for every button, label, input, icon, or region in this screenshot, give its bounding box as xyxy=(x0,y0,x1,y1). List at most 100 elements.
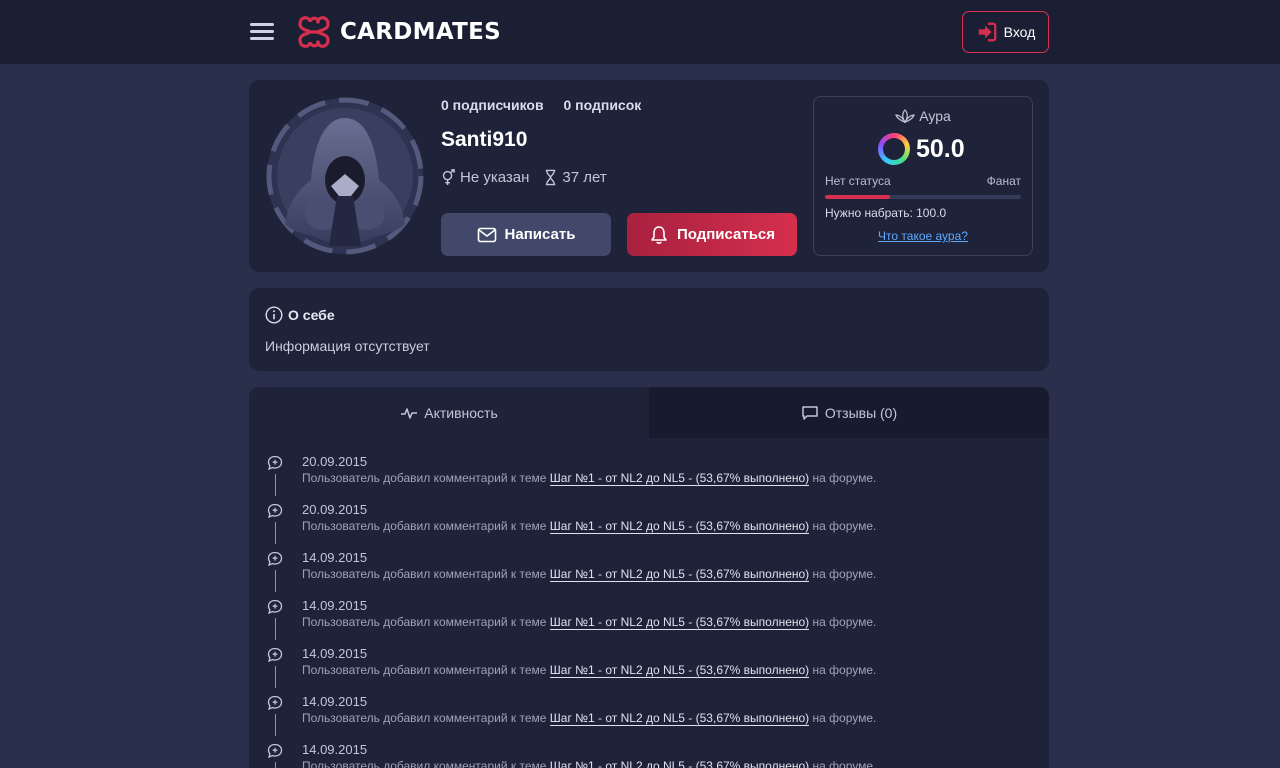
comment-add-icon xyxy=(267,455,283,471)
gender-value: Не указан xyxy=(460,169,530,186)
aura-progress-bar xyxy=(825,195,1021,199)
comment-add-icon xyxy=(267,647,283,663)
followers-count[interactable]: 0 подписчиков xyxy=(441,97,544,113)
activity-date: 14.09.2015 xyxy=(302,646,368,661)
subscribe-label: Подписаться xyxy=(676,226,776,243)
activity-pulse-icon xyxy=(401,407,418,419)
activity-date: 20.09.2015 xyxy=(302,454,368,469)
activity-item: 14.09.2015 Пользователь добавил комментар… xyxy=(249,644,1049,692)
activity-topic-link[interactable]: Шаг №1 - от NL2 до NL5 - (53,67% выполне… xyxy=(549,519,810,534)
activity-suffix: на форуме. xyxy=(812,615,877,629)
cardmates-logo-icon xyxy=(298,16,330,48)
activity-item: 14.09.2015 Пользователь добавил комментар… xyxy=(249,596,1049,644)
follow-stats: 0 подписчиков 0 подписок xyxy=(441,97,657,113)
activity-suffix: на форуме. xyxy=(812,711,877,725)
activity-date: 14.09.2015 xyxy=(302,742,368,757)
activity-date: 14.09.2015 xyxy=(302,550,368,565)
logo[interactable]: CARDMATES xyxy=(292,10,501,54)
following-count[interactable]: 0 подписок xyxy=(563,97,641,113)
about-card: О себе Информация отсутствует xyxy=(249,288,1049,371)
tab-activity-label: Активность xyxy=(424,404,498,421)
avatar xyxy=(266,97,424,255)
timeline-line xyxy=(275,474,276,496)
activity-text: Пользователь добавил комментарий к теме … xyxy=(302,567,877,582)
activity-suffix: на форуме. xyxy=(812,759,877,768)
bell-icon xyxy=(651,225,667,244)
activity-prefix: Пользователь добавил комментарий к теме xyxy=(302,567,547,581)
tab-activity[interactable]: Активность xyxy=(249,387,649,438)
timeline-line xyxy=(275,570,276,592)
chat-bubble-icon xyxy=(802,405,818,420)
activity-item: 20.09.2015 Пользователь добавил комментар… xyxy=(249,500,1049,548)
tab-reviews-label: Отзывы (0) xyxy=(824,404,898,421)
lotus-icon xyxy=(895,109,916,124)
activity-suffix: на форуме. xyxy=(812,471,877,485)
comment-add-icon xyxy=(267,551,283,567)
about-title-text: О себе xyxy=(288,307,335,323)
subscribe-button[interactable]: Подписаться xyxy=(627,213,797,256)
tab-reviews[interactable]: Отзывы (0) xyxy=(649,387,1049,438)
activity-topic-link[interactable]: Шаг №1 - от NL2 до NL5 - (53,67% выполне… xyxy=(549,471,810,486)
write-label: Написать xyxy=(504,226,576,243)
activity-prefix: Пользователь добавил комментарий к теме xyxy=(302,519,547,533)
activity-prefix: Пользователь добавил комментарий к теме xyxy=(302,615,547,629)
top-bar: CARDMATES Вход xyxy=(0,0,1280,64)
activity-topic-link[interactable]: Шаг №1 - от NL2 до NL5 - (53,67% выполне… xyxy=(549,711,810,726)
aura-score-value: 50.0 xyxy=(916,134,965,163)
comment-add-icon xyxy=(267,503,283,519)
menu-icon[interactable] xyxy=(250,21,274,43)
activity-prefix: Пользователь добавил комментарий к теме xyxy=(302,711,547,725)
login-button[interactable]: Вход xyxy=(962,11,1049,53)
aura-info-link[interactable]: Что такое аура? xyxy=(814,229,1032,243)
aura-status-next: Фанат xyxy=(986,174,1021,188)
about-text: Информация отсутствует xyxy=(265,338,430,354)
activity-date: 14.09.2015 xyxy=(302,694,368,709)
gender-info: Не указан xyxy=(441,169,529,186)
activity-suffix: на форуме. xyxy=(812,567,877,581)
activity-prefix: Пользователь добавил комментарий к теме xyxy=(302,759,547,768)
activity-feed: 20.09.2015 Пользователь добавил комментар… xyxy=(249,452,1049,768)
activity-item: 20.09.2015 Пользователь добавил комментар… xyxy=(249,452,1049,500)
activity-prefix: Пользователь добавил комментарий к теме xyxy=(302,663,547,677)
age-info: 37 лет xyxy=(543,169,607,186)
activity-topic-link[interactable]: Шаг №1 - от NL2 до NL5 - (53,67% выполне… xyxy=(549,759,810,768)
comment-add-icon xyxy=(267,695,283,711)
envelope-icon xyxy=(477,227,496,242)
aura-ring-icon xyxy=(878,133,910,165)
aura-need-text: Нужно набрать: 100.0 xyxy=(825,206,947,220)
comment-add-icon xyxy=(267,743,283,759)
activity-text: Пользователь добавил комментарий к теме … xyxy=(302,711,877,726)
activity-prefix: Пользователь добавил комментарий к теме xyxy=(302,471,547,485)
activity-text: Пользователь добавил комментарий к теме … xyxy=(302,519,877,534)
login-icon xyxy=(978,22,997,42)
aura-score: 50.0 xyxy=(878,133,965,165)
write-message-button[interactable]: Написать xyxy=(441,213,611,256)
logo-text: CARDMATES xyxy=(340,19,502,45)
aura-title: Аура xyxy=(814,108,1032,124)
activity-topic-link[interactable]: Шаг №1 - от NL2 до NL5 - (53,67% выполне… xyxy=(549,663,810,678)
timeline-line xyxy=(275,666,276,688)
activity-text: Пользователь добавил комментарий к теме … xyxy=(302,615,877,630)
profile-meta: Не указан 37 лет xyxy=(441,169,607,186)
hourglass-icon xyxy=(546,169,556,186)
activity-date: 20.09.2015 xyxy=(302,502,368,517)
aura-title-text: Аура xyxy=(919,108,951,124)
aura-status-row: Нет статуса Фанат xyxy=(825,174,1021,188)
aura-progress-fill xyxy=(825,195,890,199)
comment-add-icon xyxy=(267,599,283,615)
gender-icon xyxy=(442,169,455,185)
about-title: О себе xyxy=(265,306,335,324)
profile-card: 0 подписчиков 0 подписок Santi910 Не ука… xyxy=(249,80,1049,272)
activity-item: 14.09.2015 Пользователь добавил комментар… xyxy=(249,740,1049,768)
activity-text: Пользователь добавил комментарий к теме … xyxy=(302,471,877,486)
aura-status-current: Нет статуса xyxy=(825,174,891,188)
timeline-line xyxy=(275,522,276,544)
activity-text: Пользователь добавил комментарий к теме … xyxy=(302,663,876,678)
activity-suffix: на форуме. xyxy=(812,519,877,533)
activity-topic-link[interactable]: Шаг №1 - от NL2 до NL5 - (53,67% выполне… xyxy=(549,615,810,630)
timeline-line xyxy=(275,762,276,768)
info-icon xyxy=(265,306,283,324)
activity-date: 14.09.2015 xyxy=(302,598,368,613)
activity-topic-link[interactable]: Шаг №1 - от NL2 до NL5 - (53,67% выполне… xyxy=(549,567,810,582)
timeline-line xyxy=(275,714,276,736)
